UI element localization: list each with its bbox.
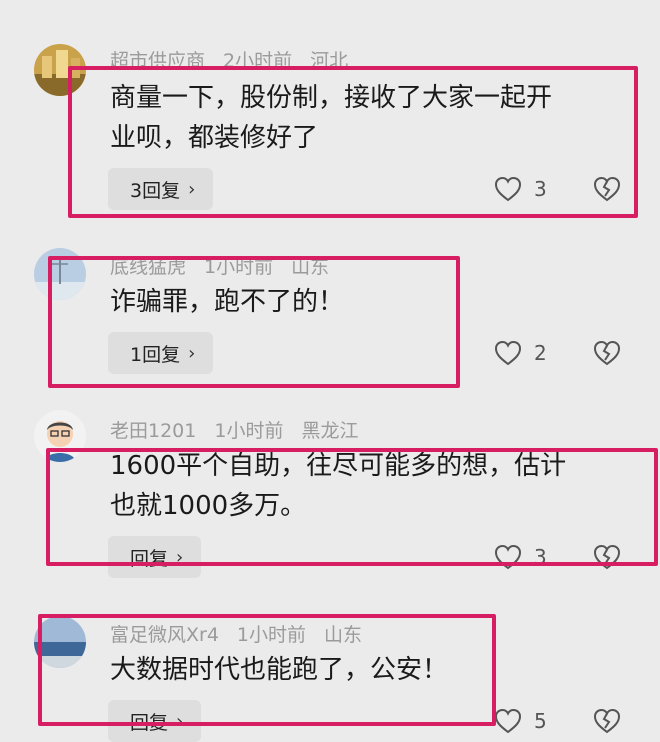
username[interactable]: 富足微风Xr4 xyxy=(110,624,219,646)
broken-heart-icon xyxy=(593,544,621,570)
comment-time: 1小时前 xyxy=(236,624,307,646)
broken-heart-icon xyxy=(593,176,621,202)
like-button[interactable]: 3 xyxy=(494,536,547,578)
reply-button[interactable]: 3回复 › xyxy=(108,168,214,210)
avatar-cartoon-man-icon xyxy=(34,410,86,462)
user-avatar[interactable] xyxy=(34,410,86,462)
comment-location: 山东 xyxy=(291,256,330,278)
comment-time: 1小时前 xyxy=(214,420,284,442)
reply-label: 1回复 xyxy=(130,343,181,366)
comment-text-line: 业呗，都装修好了 xyxy=(110,123,319,153)
comment-time: 2小时前 xyxy=(223,50,293,72)
like-button[interactable]: 2 xyxy=(494,332,547,374)
comment-time: 1小时前 xyxy=(204,256,274,278)
comment-text-line: 1600平个自助，往尽可能多的想，估计 xyxy=(110,451,567,481)
broken-heart-icon xyxy=(593,708,621,734)
chevron-right-icon: › xyxy=(176,546,184,568)
comment-location: 黑龙江 xyxy=(301,420,359,442)
dislike-button[interactable] xyxy=(592,536,622,578)
chevron-right-icon: › xyxy=(188,342,196,364)
comment-text-line: 大数据时代也能跑了，公安！ xyxy=(110,655,449,685)
reply-button[interactable]: 回复 › xyxy=(108,536,202,578)
like-count: 3 xyxy=(534,177,547,201)
avatar-sky-icon xyxy=(34,248,86,300)
like-button[interactable]: 3 xyxy=(494,168,547,210)
like-count: 5 xyxy=(534,709,547,733)
comment-location: 山东 xyxy=(324,624,363,646)
avatar-sea-icon xyxy=(34,616,86,668)
user-avatar[interactable] xyxy=(34,44,86,96)
username[interactable]: 底线猛虎 xyxy=(110,256,186,278)
heart-outline-icon xyxy=(494,176,522,202)
like-count: 3 xyxy=(534,545,547,569)
reply-button[interactable]: 1回复 › xyxy=(108,332,214,374)
comment-text-line: 也就1000多万。 xyxy=(110,491,307,521)
reply-label: 3回复 xyxy=(130,179,181,202)
heart-outline-icon xyxy=(494,544,522,570)
chevron-right-icon: › xyxy=(176,710,184,732)
dislike-button[interactable] xyxy=(592,700,622,742)
comment-text: 商量一下，股份制，接收了大家一起开 业呗，都装修好了 xyxy=(110,78,630,158)
like-button[interactable]: 5 xyxy=(494,700,547,742)
username[interactable]: 老田1201 xyxy=(110,420,196,442)
reply-label: 回复 xyxy=(130,711,169,734)
reply-button[interactable]: 回复 › xyxy=(108,700,202,742)
dislike-button[interactable] xyxy=(592,168,622,210)
username[interactable]: 超市供应商 xyxy=(110,50,205,72)
comment-text: 诈骗罪，跑不了的！ xyxy=(110,282,630,322)
avatar-yellow-building-icon xyxy=(34,44,86,96)
comment-location: 河北 xyxy=(310,50,349,72)
comment-text-line: 商量一下，股份制，接收了大家一起开 xyxy=(110,83,553,113)
comment-meta: 底线猛虎 1小时前 山东 xyxy=(110,252,347,279)
user-avatar[interactable] xyxy=(34,248,86,300)
user-avatar[interactable] xyxy=(34,616,86,668)
comment-meta: 富足微风Xr4 1小时前 山东 xyxy=(110,620,380,647)
heart-outline-icon xyxy=(494,340,522,366)
comment-meta: 超市供应商 2小时前 河北 xyxy=(110,46,366,73)
reply-label: 回复 xyxy=(130,547,169,570)
broken-heart-icon xyxy=(593,340,621,366)
comment-text: 1600平个自助，往尽可能多的想，估计 也就1000多万。 xyxy=(110,446,630,526)
comment-meta: 老田1201 1小时前 黑龙江 xyxy=(110,416,376,443)
chevron-right-icon: › xyxy=(188,178,196,200)
comment-text: 大数据时代也能跑了，公安！ xyxy=(110,650,630,690)
dislike-button[interactable] xyxy=(592,332,622,374)
like-count: 2 xyxy=(534,341,547,365)
comment-text-line: 诈骗罪，跑不了的！ xyxy=(110,287,345,317)
heart-outline-icon xyxy=(494,708,522,734)
